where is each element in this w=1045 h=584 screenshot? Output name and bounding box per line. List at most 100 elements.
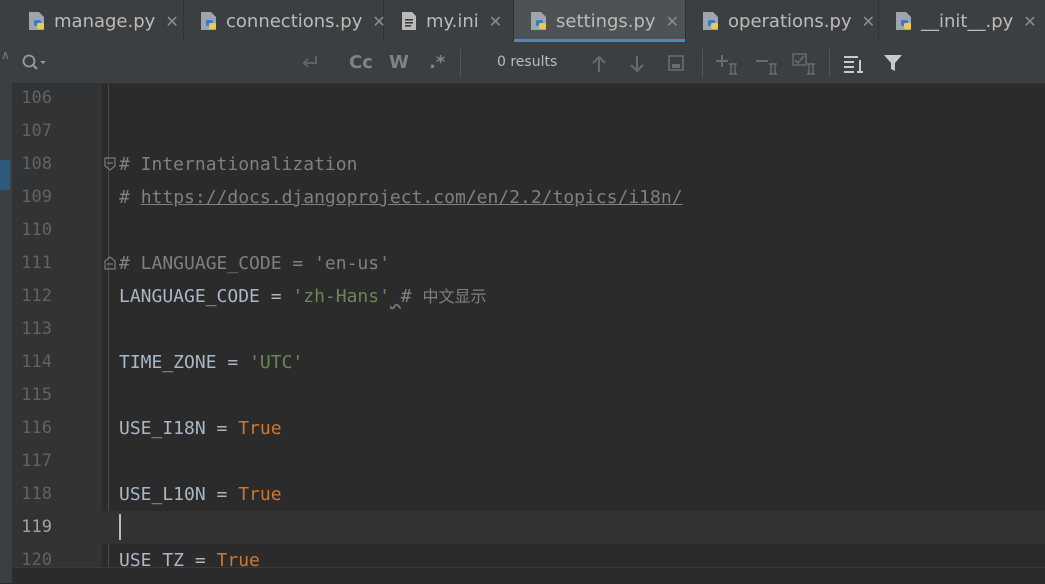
divider [460, 49, 461, 77]
code-line: 110 [12, 214, 1045, 247]
code-text: TIME_ZONE = 'UTC' [119, 346, 303, 379]
tab-my-ini[interactable]: my.ini ✕ [384, 0, 514, 42]
line-number: 110 [21, 220, 52, 240]
line-number: 112 [21, 286, 52, 306]
line-number: 117 [21, 451, 52, 471]
fold-marker-icon[interactable] [104, 256, 116, 270]
string-literal: 'zh-Hans' [292, 286, 390, 307]
comment-hash: # [400, 286, 423, 307]
close-icon[interactable]: ✕ [666, 12, 679, 31]
line-number: 115 [21, 385, 52, 405]
filter-icon[interactable] [883, 53, 903, 73]
url-link[interactable]: https://docs.djangoproject.com/en/2.2/to… [141, 187, 683, 208]
line-number: 114 [21, 352, 52, 372]
code-text: USE_L10N = True [119, 478, 282, 511]
code-line: 114 TIME_ZONE = 'UTC' [12, 346, 1045, 379]
tab-settings-py[interactable]: settings.py ✕ [514, 0, 686, 42]
code-line: 115 [12, 379, 1045, 412]
code-text: # LANGUAGE_CODE = 'en-us' [119, 253, 390, 274]
keyword: True [216, 550, 260, 567]
select-all-occurrences-check-icon[interactable] [792, 52, 818, 76]
match-case-button[interactable]: Cc [349, 52, 373, 73]
python-file-icon [29, 12, 44, 30]
close-icon[interactable]: ✕ [1023, 12, 1036, 31]
code-line: 118 USE_L10N = True [12, 478, 1045, 511]
code-line: 109 # https://docs.djangoproject.com/en/… [12, 181, 1045, 214]
tab-manage-py[interactable]: manage.py ✕ [12, 0, 184, 42]
arrow-up-icon[interactable] [590, 54, 608, 74]
line-number: 113 [21, 319, 52, 339]
code-line: 116 USE_I18N = True [12, 412, 1045, 445]
search-history-icon[interactable] [21, 53, 47, 73]
tab-label: connections.py [226, 10, 363, 32]
code-line: 106 [12, 84, 1045, 115]
tab-connections-py[interactable]: connections.py ✕ [184, 0, 386, 42]
variable-name: USE_I18N [119, 418, 206, 439]
close-icon[interactable]: ✕ [862, 12, 875, 31]
code-line: 113 [12, 313, 1045, 346]
tab-label: manage.py [54, 10, 156, 32]
add-occurrence-icon[interactable] [714, 52, 740, 76]
variable-name: LANGUAGE_CODE [119, 286, 260, 307]
keyword: True [238, 484, 282, 505]
search-input[interactable]: Cc W .* [12, 42, 460, 83]
divider [702, 49, 703, 77]
code-editor[interactable]: 106 107 108 # Internationalization 109 #… [12, 84, 1045, 567]
operator: = [216, 352, 250, 373]
line-number: 108 [21, 154, 52, 174]
find-toolbar: Cc W .* 0 results [12, 42, 1045, 84]
variable-name: TIME_ZONE [119, 352, 217, 373]
code-line: 107 [12, 115, 1045, 148]
close-icon[interactable]: ✕ [165, 12, 178, 31]
line-number: 119 [21, 517, 52, 537]
tab-label: my.ini [426, 10, 479, 32]
divider [829, 49, 830, 77]
project-panel-marker[interactable] [0, 160, 10, 190]
code-line: 108 # Internationalization [12, 148, 1045, 181]
pep8-warning [390, 286, 401, 307]
select-all-occurrences-icon[interactable] [667, 54, 685, 72]
variable-name: USE_TZ [119, 550, 185, 567]
python-file-icon [531, 12, 546, 30]
keyword: True [238, 418, 282, 439]
left-tool-strip: ∧ [0, 0, 12, 583]
horizontal-scrollbar[interactable] [12, 567, 1045, 584]
code-text: USE_I18N = True [119, 412, 282, 445]
python-file-icon [896, 12, 911, 30]
code-text: # Internationalization [119, 154, 358, 175]
code-text: # https://docs.djangoproject.com/en/2.2/… [119, 181, 683, 214]
tab-init-py[interactable]: __init__.py ✕ [879, 0, 1045, 42]
caret-icon: ∧ [1, 48, 10, 62]
tab-label: settings.py [556, 10, 656, 32]
code-line: 117 [12, 445, 1045, 478]
line-number: 107 [21, 121, 52, 141]
tab-operations-py[interactable]: operations.py ✕ [686, 0, 879, 42]
line-number: 118 [21, 484, 52, 504]
fold-marker-icon[interactable] [104, 157, 116, 171]
regex-button[interactable]: .* [429, 52, 445, 73]
remove-occurrence-icon[interactable] [754, 52, 780, 76]
text-file-icon [402, 12, 416, 30]
python-file-icon [201, 12, 216, 30]
line-number: 116 [21, 418, 52, 438]
variable-name: USE_L10N [119, 484, 206, 505]
code-line: 111 # LANGUAGE_CODE = 'en-us' [12, 247, 1045, 280]
code-text: LANGUAGE_CODE = 'zh-Hans' # 中文显示 [119, 280, 487, 313]
close-icon[interactable]: ✕ [489, 12, 502, 31]
new-line-icon[interactable] [300, 54, 320, 72]
filter-lines-icon[interactable] [843, 54, 865, 74]
arrow-down-icon[interactable] [628, 54, 646, 74]
operator: = [184, 550, 217, 567]
words-button[interactable]: W [389, 52, 409, 73]
line-number: 109 [21, 187, 52, 207]
results-count: 0 results [497, 54, 558, 70]
tab-label: __init__.py [921, 10, 1014, 32]
current-line: 119 [12, 511, 1045, 544]
string-literal: 'UTC' [249, 352, 304, 373]
line-number: 111 [21, 253, 52, 273]
operator: = [205, 484, 239, 505]
line-number: 106 [21, 88, 52, 108]
operator: = [205, 418, 239, 439]
tab-label: operations.py [728, 10, 852, 32]
operator: = [259, 286, 293, 307]
